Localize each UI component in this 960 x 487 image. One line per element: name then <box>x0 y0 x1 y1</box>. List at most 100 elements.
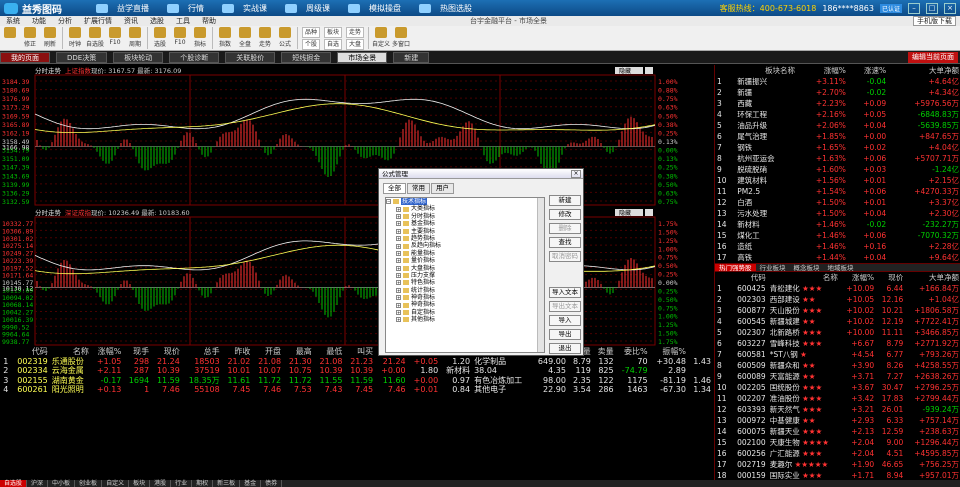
expand-icon[interactable]: + <box>396 310 401 316</box>
collapse-icon[interactable]: − <box>386 199 391 205</box>
edit-page-button[interactable]: 编辑当前页面 <box>908 51 958 63</box>
topnav-item-0[interactable]: 益学直播 <box>90 3 161 14</box>
toolbar-dropdown-1[interactable]: 板块 自选 <box>324 27 343 51</box>
tool-extra-0[interactable]: 自定义 <box>372 27 390 48</box>
dialog-button-3[interactable]: 查找 <box>549 237 581 248</box>
formula-tree[interactable]: − 技术指标 + 大类指标 + 分时指标 + 基金指标 + 主要指标 + 趋势指标 + 反趋向指标 + 能量指… <box>385 197 545 353</box>
sector-row[interactable]: 5 油品升级 +2.06% +0.04 -5639.85万 <box>715 120 960 131</box>
stock-row[interactable]: 14 600075 新疆天业 ★★★ +2.13 12.59 +238.63万 <box>715 426 960 437</box>
intraday-chart-svg[interactable]: 3184.393180.693176.993173.293169.593165.… <box>0 65 713 347</box>
topnav-item-3[interactable]: 周级课 <box>279 3 342 14</box>
menu-item-7[interactable]: 帮助 <box>196 16 222 26</box>
grid-header-18[interactable]: 卖量 <box>593 347 616 357</box>
tree-node[interactable]: + 主要指标 <box>386 228 544 235</box>
topnav-item-2[interactable]: 实战课 <box>216 3 279 14</box>
grid-header-5[interactable]: 现价 <box>151 347 182 357</box>
grid-header-7[interactable]: 昨收 <box>222 347 253 357</box>
stock-row[interactable]: 12 603393 新天然气 ★★★ +3.21 26.01 -939.24万 <box>715 404 960 415</box>
sector-row[interactable]: 1 新疆振兴 +3.11% -0.04 +4.64亿 <box>715 76 960 87</box>
table-row[interactable]: 1 002319 乐通股份 +1.05 298 21.24 18503 21.02 21.08 2… <box>0 357 713 367</box>
expand-icon[interactable]: + <box>396 236 401 242</box>
stock-row[interactable]: 13 000972 中基健康 ★★ +2.93 6.33 +757.14万 <box>715 415 960 426</box>
grid-header-9[interactable]: 最高 <box>283 347 314 357</box>
sector-row[interactable]: 2 新疆 +2.70% -0.02 +4.34亿 <box>715 87 960 98</box>
page-tab-5[interactable]: 短线掘金 <box>281 51 332 63</box>
dialog-button-1[interactable]: 修改 <box>549 209 581 220</box>
stock-header-4[interactable]: 现价 <box>876 272 905 283</box>
user-name[interactable]: 186****8863 <box>822 4 874 13</box>
status-tab-7[interactable]: 行业 <box>171 480 193 487</box>
stock-row[interactable]: 11 002207 准油股份 ★★★ +3.42 17.83 +2799.44万 <box>715 393 960 404</box>
status-tab-8[interactable]: 期权 <box>192 480 214 487</box>
grid-header-10[interactable]: 最低 <box>314 347 345 357</box>
expand-icon[interactable]: + <box>396 287 401 293</box>
sector-row[interactable]: 7 钢铁 +1.65% +0.02 +4.04亿 <box>715 142 960 153</box>
status-tab-3[interactable]: 创业板 <box>75 480 103 487</box>
expand-icon[interactable]: + <box>396 228 401 234</box>
stock-row[interactable]: 6 603227 雪峰科技 ★★★ +6.67 8.79 +2771.92万 <box>715 338 960 349</box>
stock-row[interactable]: 10 002205 国统股份 ★★★ +3.67 30.47 +2796.25万 <box>715 382 960 393</box>
dropdown-option[interactable]: 品种 <box>302 27 321 38</box>
dialog-tab-1[interactable]: 常用 <box>407 183 430 194</box>
page-tab-0[interactable]: 我的页面 <box>0 51 50 63</box>
tool-2[interactable]: 刷新 <box>41 27 59 48</box>
sector-row[interactable]: 9 脱硫脱硝 +1.60% +0.03 -1.24亿 <box>715 164 960 175</box>
topnav-item-1[interactable]: 行情 <box>161 3 216 14</box>
page-tab-1[interactable]: DDE决策 <box>56 51 108 63</box>
expand-icon[interactable]: + <box>396 213 401 219</box>
grid-header-3[interactable]: 涨幅% <box>91 347 124 357</box>
dialog-close-icon[interactable]: × <box>571 170 581 178</box>
sector-header-0[interactable] <box>715 65 735 76</box>
expand-icon[interactable]: + <box>396 250 401 256</box>
dialog-button-5[interactable]: 导入文本 <box>549 287 581 298</box>
tree-node[interactable]: + 大盘指标 <box>386 265 544 272</box>
tree-node[interactable]: + 神奇指标 <box>386 301 544 308</box>
close-button[interactable]: × <box>944 2 956 14</box>
stock-row[interactable]: 15 002100 天康生物 ★★★★ +2.04 9.00 +1296.44万 <box>715 437 960 448</box>
table-row[interactable]: 4 600261 阳光照明 +0.13 1 7.46 55108 7.45 7.46 7.53 7.… <box>0 385 713 395</box>
grid-header-0[interactable] <box>0 347 10 357</box>
tool-3[interactable]: 时钟 <box>66 27 84 48</box>
page-tab-2[interactable]: 板块轮动 <box>113 51 164 63</box>
topnav-item-4[interactable]: 模拟操盘 <box>342 3 413 14</box>
tool-11[interactable]: 全盘 <box>236 27 254 48</box>
tree-node[interactable]: + 基金指标 <box>386 220 544 227</box>
status-tab-1[interactable]: 沪深 <box>27 480 49 487</box>
tree-node[interactable]: + 其他指标 <box>386 316 544 323</box>
menu-item-5[interactable]: 选股 <box>144 16 170 26</box>
topnav-item-5[interactable]: 热图选股 <box>413 3 484 14</box>
tree-scrollbar[interactable] <box>537 198 544 352</box>
expand-icon[interactable]: + <box>396 206 401 212</box>
dialog-tab-2[interactable]: 用户 <box>431 183 454 194</box>
stock-row[interactable]: 4 600545 新疆城建 ★★ +10.02 12.19 +7722.41万 <box>715 316 960 327</box>
stock-header-3[interactable]: 涨幅% <box>840 272 876 283</box>
expand-icon[interactable]: + <box>396 302 401 308</box>
expand-icon[interactable]: + <box>396 265 401 271</box>
dropdown-option[interactable]: 个股 <box>302 39 321 50</box>
right-tab-1[interactable]: 行业板块 <box>756 264 790 272</box>
tool-6[interactable]: 周期 <box>126 27 144 48</box>
tree-node[interactable]: + 量价指标 <box>386 257 544 264</box>
tool-1[interactable]: 修正 <box>21 27 39 48</box>
sector-row[interactable]: 3 西藏 +2.23% +0.09 +5976.56万 <box>715 98 960 109</box>
sector-header-2[interactable]: 涨幅% <box>797 65 848 76</box>
sector-row[interactable]: 11 PM2.5 +1.54% +0.06 +4270.33万 <box>715 186 960 197</box>
tree-node[interactable]: + 能量指标 <box>386 250 544 257</box>
menu-item-1[interactable]: 功能 <box>26 16 52 26</box>
tree-node[interactable]: + 特色指标 <box>386 279 544 286</box>
tool-7[interactable]: 选股 <box>151 27 169 48</box>
menu-item-3[interactable]: 扩展行情 <box>78 16 118 26</box>
expand-icon[interactable]: + <box>396 317 401 323</box>
stock-row[interactable]: 17 002719 麦趣尔 ★★★★★ +1.90 46.65 +756.25万 <box>715 459 960 470</box>
stock-row[interactable]: 9 600089 天富能源 ★★ +3.71 7.27 +2638.26万 <box>715 371 960 382</box>
tool-0[interactable] <box>1 27 19 39</box>
tool-13[interactable]: 公式 <box>276 27 294 48</box>
tree-node[interactable]: + 神奇指标 <box>386 294 544 301</box>
expand-icon[interactable]: + <box>396 273 401 279</box>
status-tab-0[interactable]: 自选股 <box>0 480 28 487</box>
tree-node[interactable]: + 反趋向指标 <box>386 242 544 249</box>
tree-root[interactable]: − 技术指标 <box>386 198 544 206</box>
page-tab-3[interactable]: 个股诊断 <box>169 51 220 63</box>
status-tab-11[interactable]: 债券 <box>261 480 283 487</box>
stock-header-1[interactable]: 代码 <box>730 272 767 283</box>
